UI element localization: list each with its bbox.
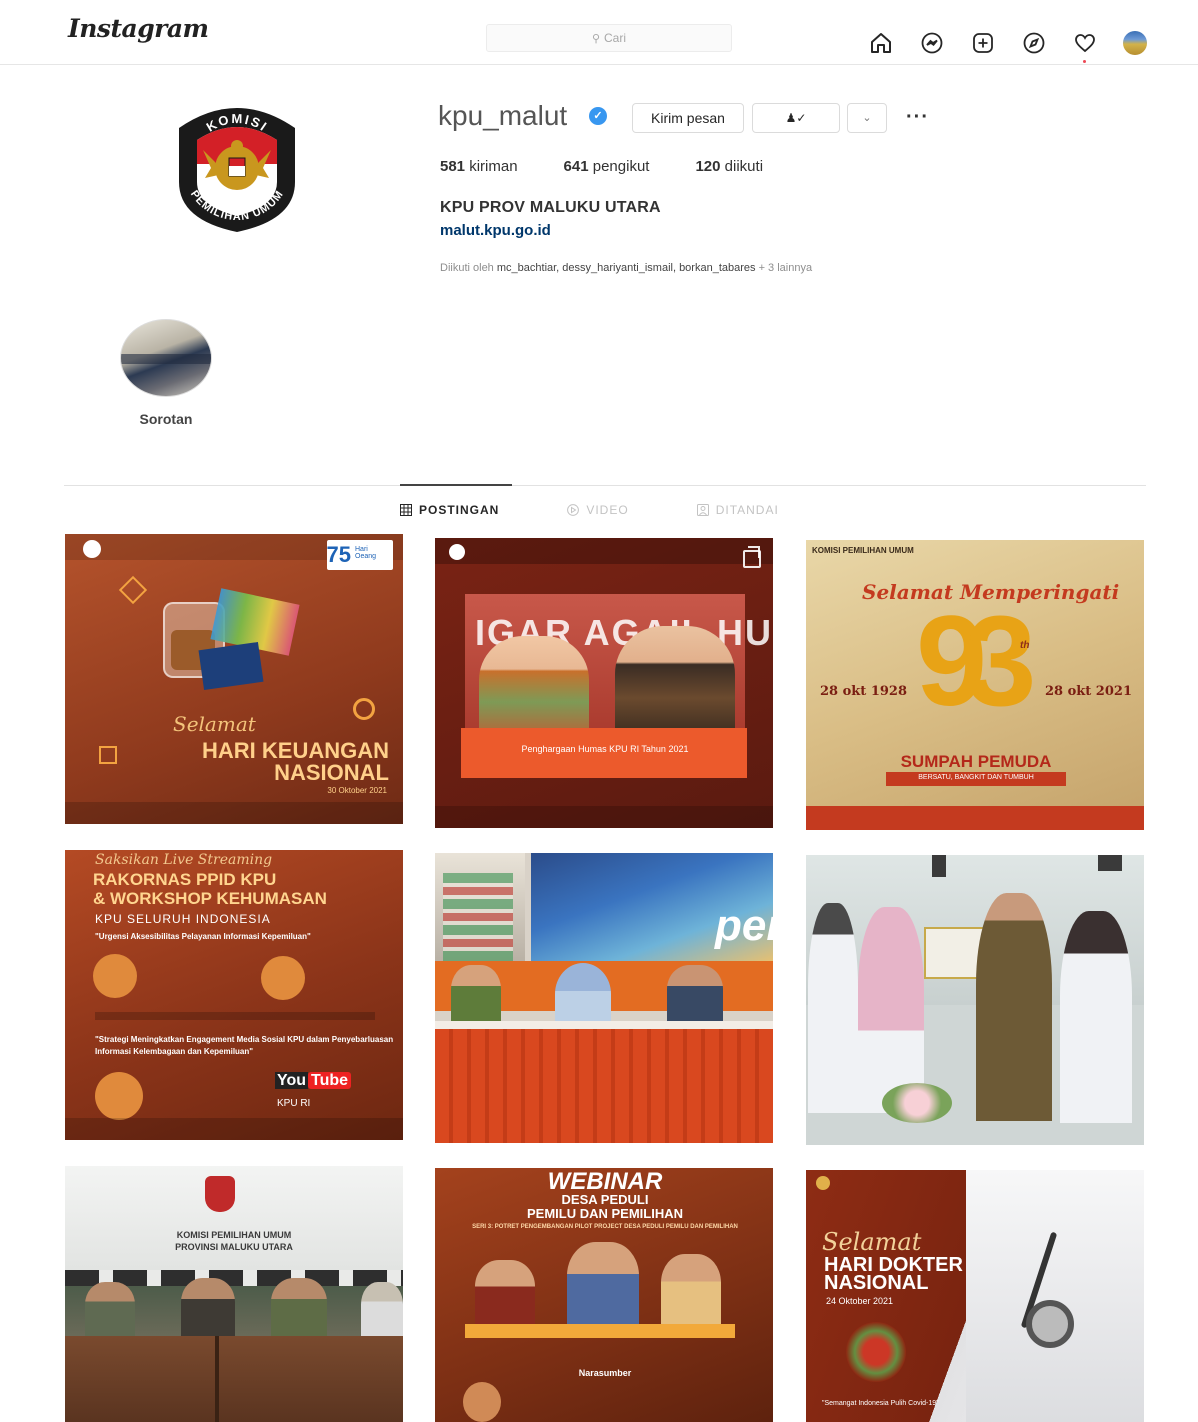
explore-icon[interactable]	[1021, 30, 1047, 56]
post-caption-title: NASIONAL	[824, 1272, 929, 1294]
post-caption-script: Selamat	[173, 712, 256, 736]
messenger-icon[interactable]	[919, 30, 945, 56]
search-icon: ⚲	[591, 33, 601, 45]
profile-stats: 581 kiriman 641 pengikut 120 diikuti	[440, 158, 809, 175]
tagged-icon	[696, 504, 709, 516]
post-banner-line: PROVINSI MALUKU UTARA	[175, 1242, 293, 1252]
post-caption-title: NASIONAL	[274, 760, 389, 785]
new-post-icon[interactable]	[970, 30, 996, 56]
post-caption-subtitle: PEMILU DAN PEMILIHAN	[527, 1206, 683, 1221]
banner-text: pen	[715, 901, 773, 950]
post-caption-subtitle: DESA PEDULI	[561, 1192, 649, 1207]
more-options-icon[interactable]: ···	[906, 106, 929, 129]
profile-avatar[interactable]	[1123, 31, 1147, 55]
post-date-right: 28 okt 2021	[1044, 684, 1132, 699]
home-icon[interactable]	[868, 30, 894, 56]
post-caption-title: & WORKSHOP KEHUMASAN	[93, 889, 327, 908]
profile-picture[interactable]: KOMISI PEMILIHAN UMUM	[167, 94, 307, 234]
profile-username: kpu_malut	[438, 100, 568, 131]
post-tile[interactable]: KOMISI PEMILIHAN UMUM PROVINSI MALUKU UT…	[65, 1166, 403, 1422]
following-count[interactable]: 120 diikuti	[695, 158, 763, 175]
post-caption-narasumber: Narasumber	[578, 1368, 632, 1378]
post-caption-script: Selamat	[822, 1228, 922, 1256]
instagram-logo[interactable]: Instagram	[68, 14, 209, 43]
following-button[interactable]: ♟✓	[752, 103, 840, 133]
person-check-icon: ♟✓	[785, 111, 807, 125]
search-placeholder: Cari	[604, 31, 627, 45]
post-tile[interactable]: WEBINAR DESA PEDULI PEMILU DAN PEMILIHAN…	[435, 1168, 773, 1422]
post-caption-banner: Penghargaan Humas KPU RI Tahun 2021	[521, 744, 689, 754]
chevron-down-icon: ⌄	[862, 112, 872, 124]
followers-count[interactable]: 641 pengikut	[564, 158, 650, 175]
search-input[interactable]: ⚲ Cari	[486, 24, 732, 52]
badge-number: 75	[326, 542, 351, 567]
post-caption-bottom: "Semangat Indonesia Pulih Covid-19"	[822, 1400, 939, 1407]
activity-heart-icon[interactable]	[1072, 30, 1098, 63]
highlight-cover[interactable]	[120, 319, 212, 397]
post-caption-topic: "Strategi Meningkatkan Engagement Media …	[95, 1035, 394, 1056]
profile-full-name: KPU PROV MALUKU UTARA	[440, 199, 661, 216]
youtube-logo: You Tube	[275, 1072, 352, 1090]
nav-icons	[868, 30, 1147, 63]
tab-posts[interactable]: POSTINGAN	[400, 503, 499, 517]
tab-tagged[interactable]: DITANDAI	[696, 503, 779, 517]
post-tile[interactable]: IGAR AGAIL HU Penghargaan Humas KPU RI T…	[435, 538, 773, 828]
post-caption-series: SERI 3: POTRET PENGEMBANGAN PILOT PROJEC…	[472, 1224, 738, 1230]
kpu-logo: KOMISI PEMILIHAN UMUM	[179, 108, 295, 232]
big-number: 93	[916, 590, 1036, 733]
youtube-channel: KPU RI	[277, 1098, 311, 1109]
notification-dot	[1083, 60, 1086, 63]
post-caption-date: 30 Oktober 2021	[327, 786, 387, 795]
tab-video[interactable]: VIDEO	[567, 503, 628, 517]
suggestions-dropdown-button[interactable]: ⌄	[847, 103, 887, 133]
post-tile[interactable]: 75 Hari Oeang Selamat HARI KEUANGAN NASI…	[65, 534, 403, 824]
post-caption-event: SUMPAH PEMUDA	[900, 752, 1052, 771]
profile-tabs: POSTINGAN VIDEO DITANDAI	[400, 503, 847, 517]
posts-count: 581 kiriman	[440, 158, 518, 175]
video-icon	[567, 504, 580, 516]
post-tile[interactable]: pen	[435, 853, 773, 1143]
story-highlight[interactable]: Sorotan	[120, 319, 212, 427]
post-caption-date: 24 Oktober 2021	[826, 1296, 894, 1306]
tabs-divider	[64, 485, 1146, 486]
multi-post-icon	[743, 546, 761, 568]
send-message-button[interactable]: Kirim pesan	[632, 103, 744, 133]
post-tile[interactable]	[806, 855, 1144, 1145]
top-navbar: Instagram ⚲ Cari	[0, 0, 1198, 65]
highlight-label: Sorotan	[139, 411, 193, 427]
post-tile[interactable]: Selamat HARI DOKTER NASIONAL 24 Oktober …	[806, 1170, 1144, 1422]
post-caption-tagline: BERSATU, BANGKIT DAN TUMBUH	[918, 774, 1034, 781]
post-banner-line: KOMISI PEMILIHAN UMUM	[176, 1230, 292, 1240]
post-caption-subtitle: KPU SELURUH INDONESIA	[95, 912, 271, 926]
followed-by-text[interactable]: Diikuti oleh mc_bachtiar, dessy_hariyant…	[440, 262, 812, 274]
post-caption-title: RAKORNAS PPID KPU	[93, 870, 277, 889]
active-tab-indicator	[400, 484, 512, 486]
grid-icon	[400, 504, 412, 516]
verified-badge-icon: ✓	[589, 107, 607, 125]
post-tile[interactable]: Saksikan Live Streaming RAKORNAS PPID KP…	[65, 850, 403, 1140]
badge-text: Hari Oeang	[355, 546, 377, 560]
post-tile[interactable]: KOMISI PEMILIHAN UMUM Selamat Memperinga…	[806, 540, 1144, 830]
post-date-left: 28 okt 1928	[820, 684, 908, 699]
profile-website-link[interactable]: malut.kpu.go.id	[440, 222, 551, 239]
post-caption-script: Saksikan Live Streaming	[95, 852, 273, 868]
number-suffix: th	[1020, 640, 1030, 651]
post-caption-topic: "Urgensi Aksesibilitas Pelayanan Informa…	[95, 932, 311, 941]
post-header: KOMISI PEMILIHAN UMUM	[812, 546, 914, 555]
